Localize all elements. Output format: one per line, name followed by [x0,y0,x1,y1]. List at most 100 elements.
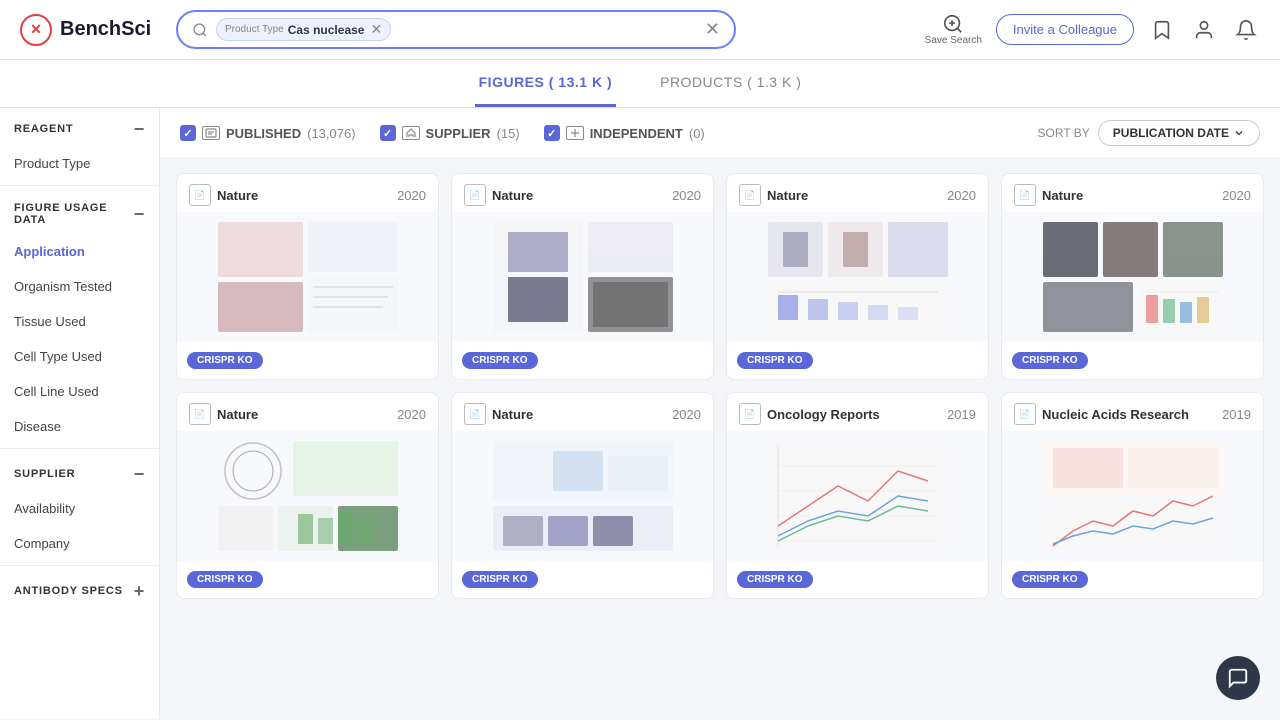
figure-usage-section-label: FIGURE USAGE DATA [14,202,134,226]
tabs-bar: FIGURES ( 13.1 K ) PRODUCTS ( 1.3 K ) [0,60,1280,108]
content-area: ✓ PUBLISHED (13,076) ✓ SUPPLIER (15) ✓ [160,108,1280,719]
supplier-section-label: SUPPLIER [14,468,75,480]
notification-icon[interactable] [1232,16,1260,44]
card-2-image [452,212,713,342]
card-8-footer: CRISPR KO [1002,561,1263,598]
card-3-journal: 📄 Nature [739,184,808,206]
card-4-journal-name: Nature [1042,188,1083,203]
save-search-button[interactable]: Save Search [925,13,982,46]
sort-btn-label: PUBLICATION DATE [1113,126,1229,140]
card-6-image [452,431,713,561]
sidebar-item-company[interactable]: Company [0,526,159,561]
supplier-label: SUPPLIER [426,126,491,141]
sidebar-item-disease[interactable]: Disease [0,409,159,444]
figure-usage-collapse-icon[interactable]: − [134,205,145,223]
independent-count: (0) [689,126,705,141]
supplier-icon [402,126,420,140]
supplier-count: (15) [497,126,520,141]
reagent-collapse-icon[interactable]: − [134,120,145,138]
sidebar-section-figure-usage: FIGURE USAGE DATA − [0,190,159,234]
card-6[interactable]: 📄 Nature 2020 [451,392,714,599]
card-6-header: 📄 Nature 2020 [452,393,713,431]
save-search-label: Save Search [925,35,982,46]
sidebar: REAGENT − Product Type FIGURE USAGE DATA… [0,108,160,719]
tab-products[interactable]: PRODUCTS ( 1.3 K ) [656,60,805,107]
invite-colleague-button[interactable]: Invite a Colleague [996,14,1134,45]
card-4-footer: CRISPR KO [1002,342,1263,379]
tab-figures-count: ( 13.1 K ) [549,74,612,90]
card-6-badge: CRISPR KO [462,571,538,588]
sidebar-item-cell-line-used[interactable]: Cell Line Used [0,374,159,409]
card-8-journal-name: Nucleic Acids Research [1042,407,1189,422]
card-6-journal: 📄 Nature [464,403,533,425]
logo[interactable]: ✕ BenchSci [20,14,160,46]
card-2[interactable]: 📄 Nature 2020 CRISPR [451,173,714,380]
antibody-specs-expand-icon[interactable]: + [134,582,145,600]
card-4[interactable]: 📄 Nature 2020 [1001,173,1264,380]
card-8-journal: 📄 Nucleic Acids Research [1014,403,1189,425]
tag-close-icon[interactable]: ✕ [370,21,382,38]
tab-products-label: PRODUCTS [660,74,743,90]
journal-icon-5: 📄 [189,403,211,425]
journal-icon-3: 📄 [739,184,761,206]
sidebar-item-cell-type-used[interactable]: Cell Type Used [0,339,159,374]
sidebar-item-product-type[interactable]: Product Type [0,146,159,181]
card-8-image [1002,431,1263,561]
card-1-image [177,212,438,342]
card-1-footer: CRISPR KO [177,342,438,379]
card-6-year: 2020 [672,407,701,422]
card-8-header: 📄 Nucleic Acids Research 2019 [1002,393,1263,431]
search-bar[interactable]: Product Type Cas nuclease ✕ ✕ [176,10,736,49]
card-5-footer: CRISPR KO [177,561,438,598]
card-1[interactable]: 📄 Nature 2020 [176,173,439,380]
card-7[interactable]: 📄 Oncology Reports 2019 [726,392,989,599]
independent-checkbox[interactable]: ✓ [544,125,560,141]
card-2-header: 📄 Nature 2020 [452,174,713,212]
sidebar-item-availability[interactable]: Availability [0,491,159,526]
card-3[interactable]: 📄 Nature 2020 [726,173,989,380]
search-icon [192,22,208,38]
antibody-specs-section-label: ANTIBODY SPECS [14,585,123,597]
availability-label: Availability [14,501,75,516]
check-icon-3: ✓ [547,127,556,140]
card-6-journal-name: Nature [492,407,533,422]
sidebar-item-application[interactable]: Application [0,234,159,269]
search-tag: Product Type Cas nuclease ✕ [216,18,391,41]
sidebar-section-antibody-specs: ANTIBODY SPECS + [0,570,159,608]
card-1-year: 2020 [397,188,426,203]
chat-icon [1227,667,1249,689]
user-icon[interactable] [1190,16,1218,44]
supplier-collapse-icon[interactable]: − [134,465,145,483]
chat-bubble[interactable] [1216,656,1260,700]
supplier-checkbox[interactable]: ✓ [380,125,396,141]
card-5-header: 📄 Nature 2020 [177,393,438,431]
card-5-badge: CRISPR KO [187,571,263,588]
journal-icon-6: 📄 [464,403,486,425]
sidebar-item-organism-tested[interactable]: Organism Tested [0,269,159,304]
published-icon [202,126,220,140]
filter-independent[interactable]: ✓ INDEPENDENT (0) [544,125,705,141]
card-5-year: 2020 [397,407,426,422]
card-5[interactable]: 📄 Nature 2020 [176,392,439,599]
sidebar-section-reagent: REAGENT − [0,108,159,146]
card-5-journal-name: Nature [217,407,258,422]
search-clear-icon[interactable]: ✕ [705,19,720,40]
card-5-image [177,431,438,561]
filter-supplier[interactable]: ✓ SUPPLIER (15) [380,125,520,141]
journal-icon-2: 📄 [464,184,486,206]
sort-by-button[interactable]: PUBLICATION DATE [1098,120,1260,146]
card-7-header: 📄 Oncology Reports 2019 [727,393,988,431]
sidebar-item-tissue-used[interactable]: Tissue Used [0,304,159,339]
card-3-image [727,212,988,342]
published-checkbox[interactable]: ✓ [180,125,196,141]
filter-published[interactable]: ✓ PUBLISHED (13,076) [180,125,356,141]
card-4-header: 📄 Nature 2020 [1002,174,1263,212]
bookmarks-icon[interactable] [1148,16,1176,44]
card-1-header: 📄 Nature 2020 [177,174,438,212]
card-6-footer: CRISPR KO [452,561,713,598]
journal-icon-4: 📄 [1014,184,1036,206]
tab-figures[interactable]: FIGURES ( 13.1 K ) [475,60,616,107]
card-8[interactable]: 📄 Nucleic Acids Research 2019 [1001,392,1264,599]
journal-icon-1: 📄 [189,184,211,206]
tissue-used-label: Tissue Used [14,314,86,329]
